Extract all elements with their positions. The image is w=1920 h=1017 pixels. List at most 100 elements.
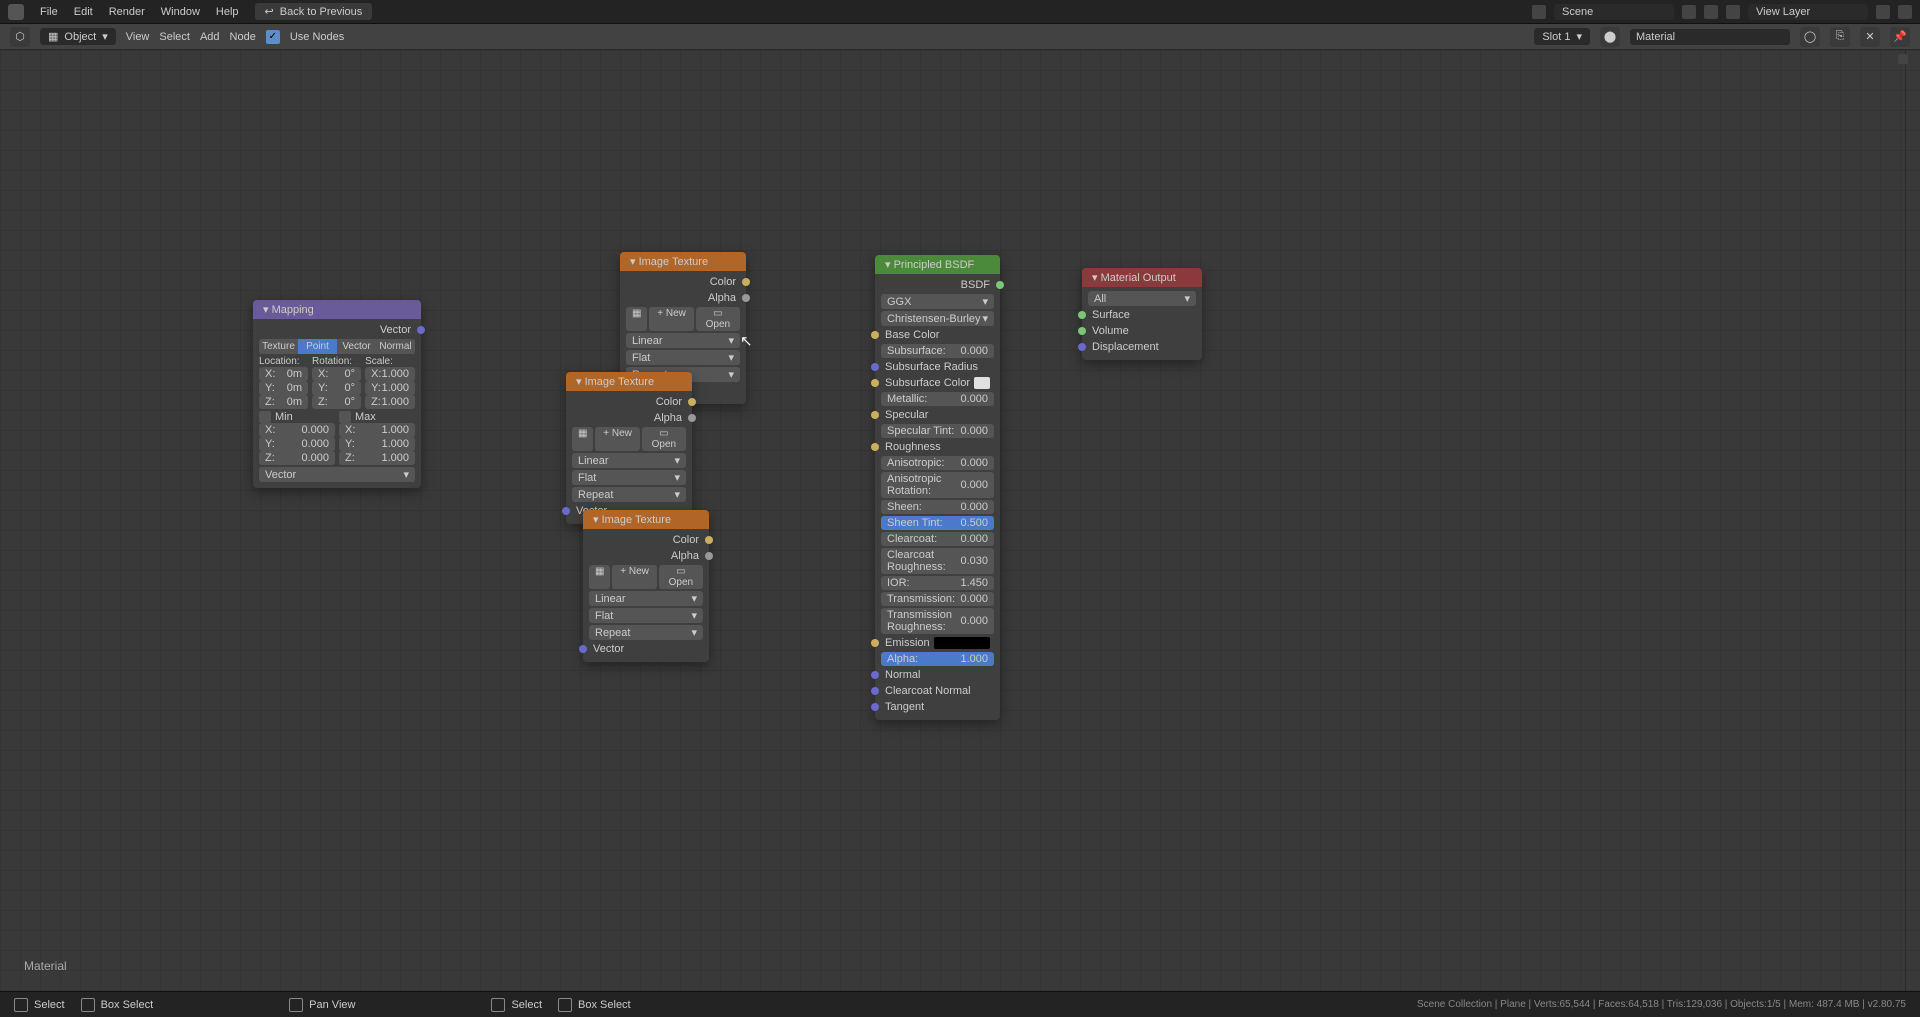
input-subsurface-color[interactable]: Subsurface Color [881,376,994,390]
socket-clearcoat-normal[interactable]: Clearcoat Normal [881,684,994,698]
input-clearcoat-[interactable]: Clearcoat:0.000 [881,532,994,546]
image-browse-icon[interactable]: ▦ [589,565,610,589]
menu-help[interactable]: Help [216,6,239,18]
material-slot-dropdown[interactable]: Slot 1▾ [1534,28,1590,45]
loc-z[interactable]: Z:0m [259,395,308,409]
node-principled-bsdf[interactable]: ▾ Principled BSDF BSDF GGX▾ Christensen-… [875,255,1000,720]
socket-alpha-out[interactable]: Alpha [572,411,686,425]
min-y[interactable]: Y:0.000 [259,437,335,451]
max-checkbox[interactable] [339,411,351,423]
new-image-button[interactable]: + New [612,565,656,589]
input-transmission-[interactable]: Transmission:0.000 [881,592,994,606]
node-header[interactable]: ▾ Material Output [1082,268,1202,287]
socket-displacement[interactable]: Displacement [1088,340,1196,354]
input-transmission-roughness-[interactable]: Transmission Roughness:0.000 [881,608,994,634]
socket-bsdf-out[interactable]: BSDF [881,278,994,292]
node-header[interactable]: ▾ Image Texture [583,510,709,529]
menu-edit[interactable]: Edit [74,6,93,18]
menu-render[interactable]: Render [109,6,145,18]
open-image-button[interactable]: ▭ Open [659,565,703,589]
input-clearcoat-roughness-[interactable]: Clearcoat Roughness:0.030 [881,548,994,574]
loc-y[interactable]: Y:0m [259,381,308,395]
input-subsurface-[interactable]: Subsurface:0.000 [881,344,994,358]
material-copy-icon[interactable]: ⎘ [1830,27,1850,47]
tab-normal[interactable]: Normal [376,339,415,354]
material-shield-icon[interactable]: ◯ [1800,27,1820,47]
viewlayer-delete-icon[interactable] [1898,5,1912,19]
node-header[interactable]: ▾ Image Texture [566,372,692,391]
node-image-texture-3[interactable]: ▾ Image Texture Color Alpha ▦ + New ▭ Op… [583,510,709,662]
menu-select[interactable]: Select [159,31,190,43]
scale-y[interactable]: Y:1.000 [365,381,415,395]
socket-color-out[interactable]: Color [589,533,703,547]
distribution-dropdown[interactable]: GGX▾ [881,294,994,309]
extension-dropdown[interactable]: Repeat▾ [572,487,686,502]
open-image-button[interactable]: ▭ Open [696,307,740,331]
node-editor-canvas[interactable]: Material ▾ Mapping Vector Texture Point … [0,50,1920,991]
tab-point[interactable]: Point [298,339,337,354]
vector-input-dropdown[interactable]: Vector▾ [259,467,415,482]
use-nodes-checkbox[interactable]: ✓ [266,30,280,44]
min-x[interactable]: X:0.000 [259,423,335,437]
input-metallic-[interactable]: Metallic:0.000 [881,392,994,406]
input-anisotropic-rotation-[interactable]: Anisotropic Rotation:0.000 [881,472,994,498]
rot-z[interactable]: Z:0° [312,395,361,409]
menu-add[interactable]: Add [200,31,220,43]
input-sheen-tint-[interactable]: Sheen Tint:0.500 [881,516,994,530]
menu-file[interactable]: File [40,6,58,18]
sss-method-dropdown[interactable]: Christensen-Burley▾ [881,311,994,326]
socket-vector-in[interactable]: Vector [589,642,703,656]
image-browse-icon[interactable]: ▦ [626,307,647,331]
socket-color-out[interactable]: Color [626,275,740,289]
tab-texture[interactable]: Texture [259,339,298,354]
min-z[interactable]: Z:0.000 [259,451,335,465]
viewlayer-selector[interactable]: View Layer [1748,4,1868,20]
node-header[interactable]: ▾ Principled BSDF [875,255,1000,274]
socket-specular[interactable]: Specular [881,408,994,422]
editor-type-icon[interactable]: ⬡ [10,27,30,47]
loc-x[interactable]: X:0m [259,367,308,381]
input-ior-[interactable]: IOR:1.450 [881,576,994,590]
scale-z[interactable]: Z:1.000 [365,395,415,409]
socket-surface[interactable]: Surface [1088,308,1196,322]
scene-delete-icon[interactable] [1704,5,1718,19]
viewlayer-new-icon[interactable] [1876,5,1890,19]
socket-normal[interactable]: Normal [881,668,994,682]
socket-volume[interactable]: Volume [1088,324,1196,338]
interaction-mode-dropdown[interactable]: ▦Object▾ [40,28,116,45]
node-header[interactable]: ▾ Image Texture [620,252,746,271]
pin-icon[interactable]: 📌 [1890,27,1910,47]
new-image-button[interactable]: + New [595,427,639,451]
output-target-dropdown[interactable]: All▾ [1088,291,1196,306]
input-alpha-[interactable]: Alpha:1.000 [881,652,994,666]
extension-dropdown[interactable]: Repeat▾ [589,625,703,640]
socket-base-color[interactable]: Base Color [881,328,994,342]
node-material-output[interactable]: ▾ Material Output All▾ Surface Volume Di… [1082,268,1202,360]
input-emission[interactable]: Emission [881,636,994,650]
scene-selector[interactable]: Scene [1554,4,1674,20]
node-image-texture-2[interactable]: ▾ Image Texture Color Alpha ▦ + New ▭ Op… [566,372,692,524]
scene-icon[interactable] [1532,5,1546,19]
back-to-previous-button[interactable]: ↩ Back to Previous [255,3,373,20]
tab-vector[interactable]: Vector [337,339,376,354]
scene-new-icon[interactable] [1682,5,1696,19]
projection-dropdown[interactable]: Flat▾ [572,470,686,485]
interpolation-dropdown[interactable]: Linear▾ [626,333,740,348]
socket-tangent[interactable]: Tangent [881,700,994,714]
max-x[interactable]: X:1.000 [339,423,415,437]
scale-x[interactable]: X:1.000 [365,367,415,381]
image-browse-icon[interactable]: ▦ [572,427,593,451]
node-header[interactable]: ▾ Mapping [253,300,421,319]
interpolation-dropdown[interactable]: Linear▾ [589,591,703,606]
socket-roughness[interactable]: Roughness [881,440,994,454]
viewlayer-icon[interactable] [1726,5,1740,19]
menu-view[interactable]: View [126,31,150,43]
max-y[interactable]: Y:1.000 [339,437,415,451]
input-specular-tint-[interactable]: Specular Tint:0.000 [881,424,994,438]
socket-color-out[interactable]: Color [572,395,686,409]
node-mapping[interactable]: ▾ Mapping Vector Texture Point Vector No… [253,300,421,488]
material-browse-icon[interactable]: ⬤ [1600,27,1620,47]
rot-y[interactable]: Y:0° [312,381,361,395]
new-image-button[interactable]: + New [649,307,693,331]
material-name-field[interactable]: Material [1630,29,1790,45]
